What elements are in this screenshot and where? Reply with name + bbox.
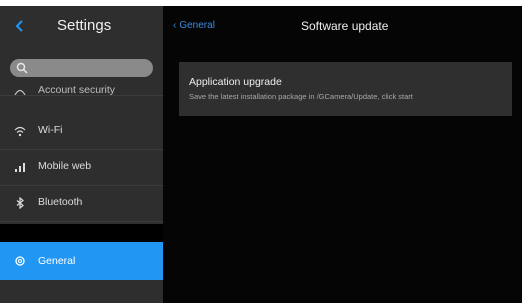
- search-icon: [16, 62, 28, 74]
- application-upgrade-card[interactable]: Application upgrade Save the latest inst…: [179, 62, 512, 116]
- main-panel: ‹ General Software update Application upg…: [163, 6, 522, 303]
- bluetooth-icon: [16, 197, 24, 209]
- sidebar-item-general[interactable]: General: [0, 242, 163, 280]
- gear-icon: [15, 256, 25, 266]
- top-bar: ‹ General Software update: [163, 6, 522, 46]
- sidebar-item-account-security[interactable]: Account security: [0, 78, 163, 96]
- sidebar-item-label: Bluetooth: [38, 196, 83, 208]
- page-title: Software update: [301, 19, 389, 33]
- sidebar-item-label: Account security: [38, 84, 116, 96]
- sidebar-item-label: Wi-Fi: [38, 124, 63, 136]
- card-description: Save the latest installation package in …: [189, 92, 413, 101]
- sidebar-title: Settings: [57, 17, 112, 34]
- search-input[interactable]: [10, 59, 153, 77]
- chevron-left-icon: ‹: [173, 20, 177, 31]
- person-icon: [14, 89, 26, 95]
- sidebar-item-wifi[interactable]: Wi-Fi: [0, 114, 163, 150]
- sidebar-item-label: General: [38, 255, 76, 267]
- back-button[interactable]: ‹ General: [173, 20, 215, 31]
- sidebar-header: Settings: [0, 6, 163, 46]
- sidebar-item-mobile-web[interactable]: Mobile web: [0, 150, 163, 186]
- settings-window: Settings Account security Wi-Fi Mobile w…: [0, 6, 522, 303]
- signal-bars-icon: [15, 163, 25, 172]
- back-button-label: General: [179, 20, 215, 31]
- wifi-icon: [14, 126, 26, 137]
- sidebar: Settings Account security Wi-Fi Mobile w…: [0, 6, 163, 303]
- back-arrow-icon[interactable]: [14, 19, 26, 33]
- card-title: Application upgrade: [189, 76, 282, 88]
- sidebar-item-bluetooth[interactable]: Bluetooth: [0, 186, 163, 222]
- sidebar-item-label: Mobile web: [38, 160, 92, 172]
